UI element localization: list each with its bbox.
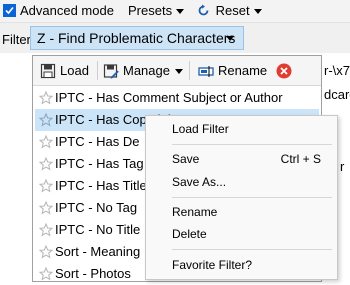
advanced-mode-checkbox[interactable] (3, 4, 16, 17)
presets-menu[interactable]: Presets (128, 3, 185, 19)
load-button[interactable]: Load (40, 62, 96, 80)
reset-label: Reset (215, 3, 250, 18)
star-icon[interactable] (39, 135, 53, 149)
rename-button[interactable]: Rename (198, 62, 268, 80)
list-item-label: IPTC - No Title (55, 222, 141, 237)
checkmark-icon (5, 6, 14, 15)
filter-selected-value: Z - Find Problematic Characters (37, 30, 236, 46)
list-item-label: IPTC - No Tag (55, 200, 138, 215)
menu-item-label: Favorite Filter? (172, 258, 253, 272)
rename-menu-item[interactable]: Rename (146, 202, 337, 222)
save-as-menu-item[interactable]: Save As... (146, 172, 337, 192)
manage-label: Manage (123, 63, 170, 78)
rename-icon (198, 66, 214, 77)
save-shortcut: Ctrl + S (280, 152, 321, 166)
list-item-label: IPTC - Has Tag (55, 156, 144, 171)
context-menu: Load Filter Save Ctrl + S Save As... Ren… (145, 115, 338, 280)
menu-separator (172, 197, 332, 198)
star-icon[interactable] (39, 245, 53, 259)
chevron-down-icon (176, 9, 185, 15)
star-icon[interactable] (39, 201, 53, 215)
list-item-label: IPTC - Has Comment Subject or Author (55, 90, 283, 105)
manage-icon (103, 64, 119, 79)
save-menu-item[interactable]: Save Ctrl + S (146, 149, 337, 169)
delete-icon (276, 63, 292, 79)
background-text-fragment: dcard (324, 87, 350, 102)
delete-button[interactable] (276, 62, 292, 80)
star-icon[interactable] (39, 113, 53, 127)
list-item-label: Sort - Meaning (55, 244, 141, 259)
star-icon[interactable] (39, 179, 53, 193)
popup-toolbar: Load Manage Rename (33, 56, 321, 86)
filter-dropdown[interactable]: Z - Find Problematic Characters (30, 26, 244, 50)
top-toolbar: Advanced mode Presets Reset (0, 0, 350, 23)
toolbar-divider (97, 61, 98, 80)
reset-menu[interactable]: Reset (197, 3, 262, 19)
load-icon (40, 63, 56, 79)
favorite-filter-menu-item[interactable]: Favorite Filter? (146, 255, 337, 275)
star-icon[interactable] (39, 267, 53, 281)
advanced-mode-label[interactable]: Advanced mode (20, 3, 114, 19)
chevron-down-icon (253, 9, 262, 15)
menu-item-label: Save As... (172, 175, 227, 189)
rename-label: Rename (218, 63, 268, 78)
menu-item-label: Save (172, 152, 200, 166)
menu-separator (172, 249, 332, 250)
background-text-fragment: r-\x7F (324, 63, 350, 78)
star-icon[interactable] (39, 223, 53, 237)
star-icon[interactable] (39, 91, 53, 105)
list-item-label: IPTC - Has Title (55, 178, 147, 193)
toolbar-divider (189, 61, 190, 80)
list-item-label: IPTC - Has De (55, 134, 140, 149)
menu-item-label: Load Filter (172, 122, 229, 136)
load-filter-menu-item[interactable]: Load Filter (146, 119, 337, 139)
chevron-down-icon (226, 36, 234, 41)
list-item[interactable]: IPTC - Has Comment Subject or Author (35, 87, 319, 109)
load-label: Load (60, 63, 89, 78)
delete-menu-item[interactable]: Delete (146, 224, 337, 244)
menu-item-label: Delete (172, 227, 207, 241)
menu-separator (172, 144, 332, 145)
background-text-fragment: r (340, 159, 345, 174)
reset-icon (198, 4, 209, 16)
manage-button[interactable]: Manage (103, 62, 183, 80)
presets-label: Presets (128, 3, 173, 18)
star-icon[interactable] (39, 157, 53, 171)
menu-item-label: Rename (172, 205, 218, 219)
chevron-down-icon (175, 69, 183, 74)
